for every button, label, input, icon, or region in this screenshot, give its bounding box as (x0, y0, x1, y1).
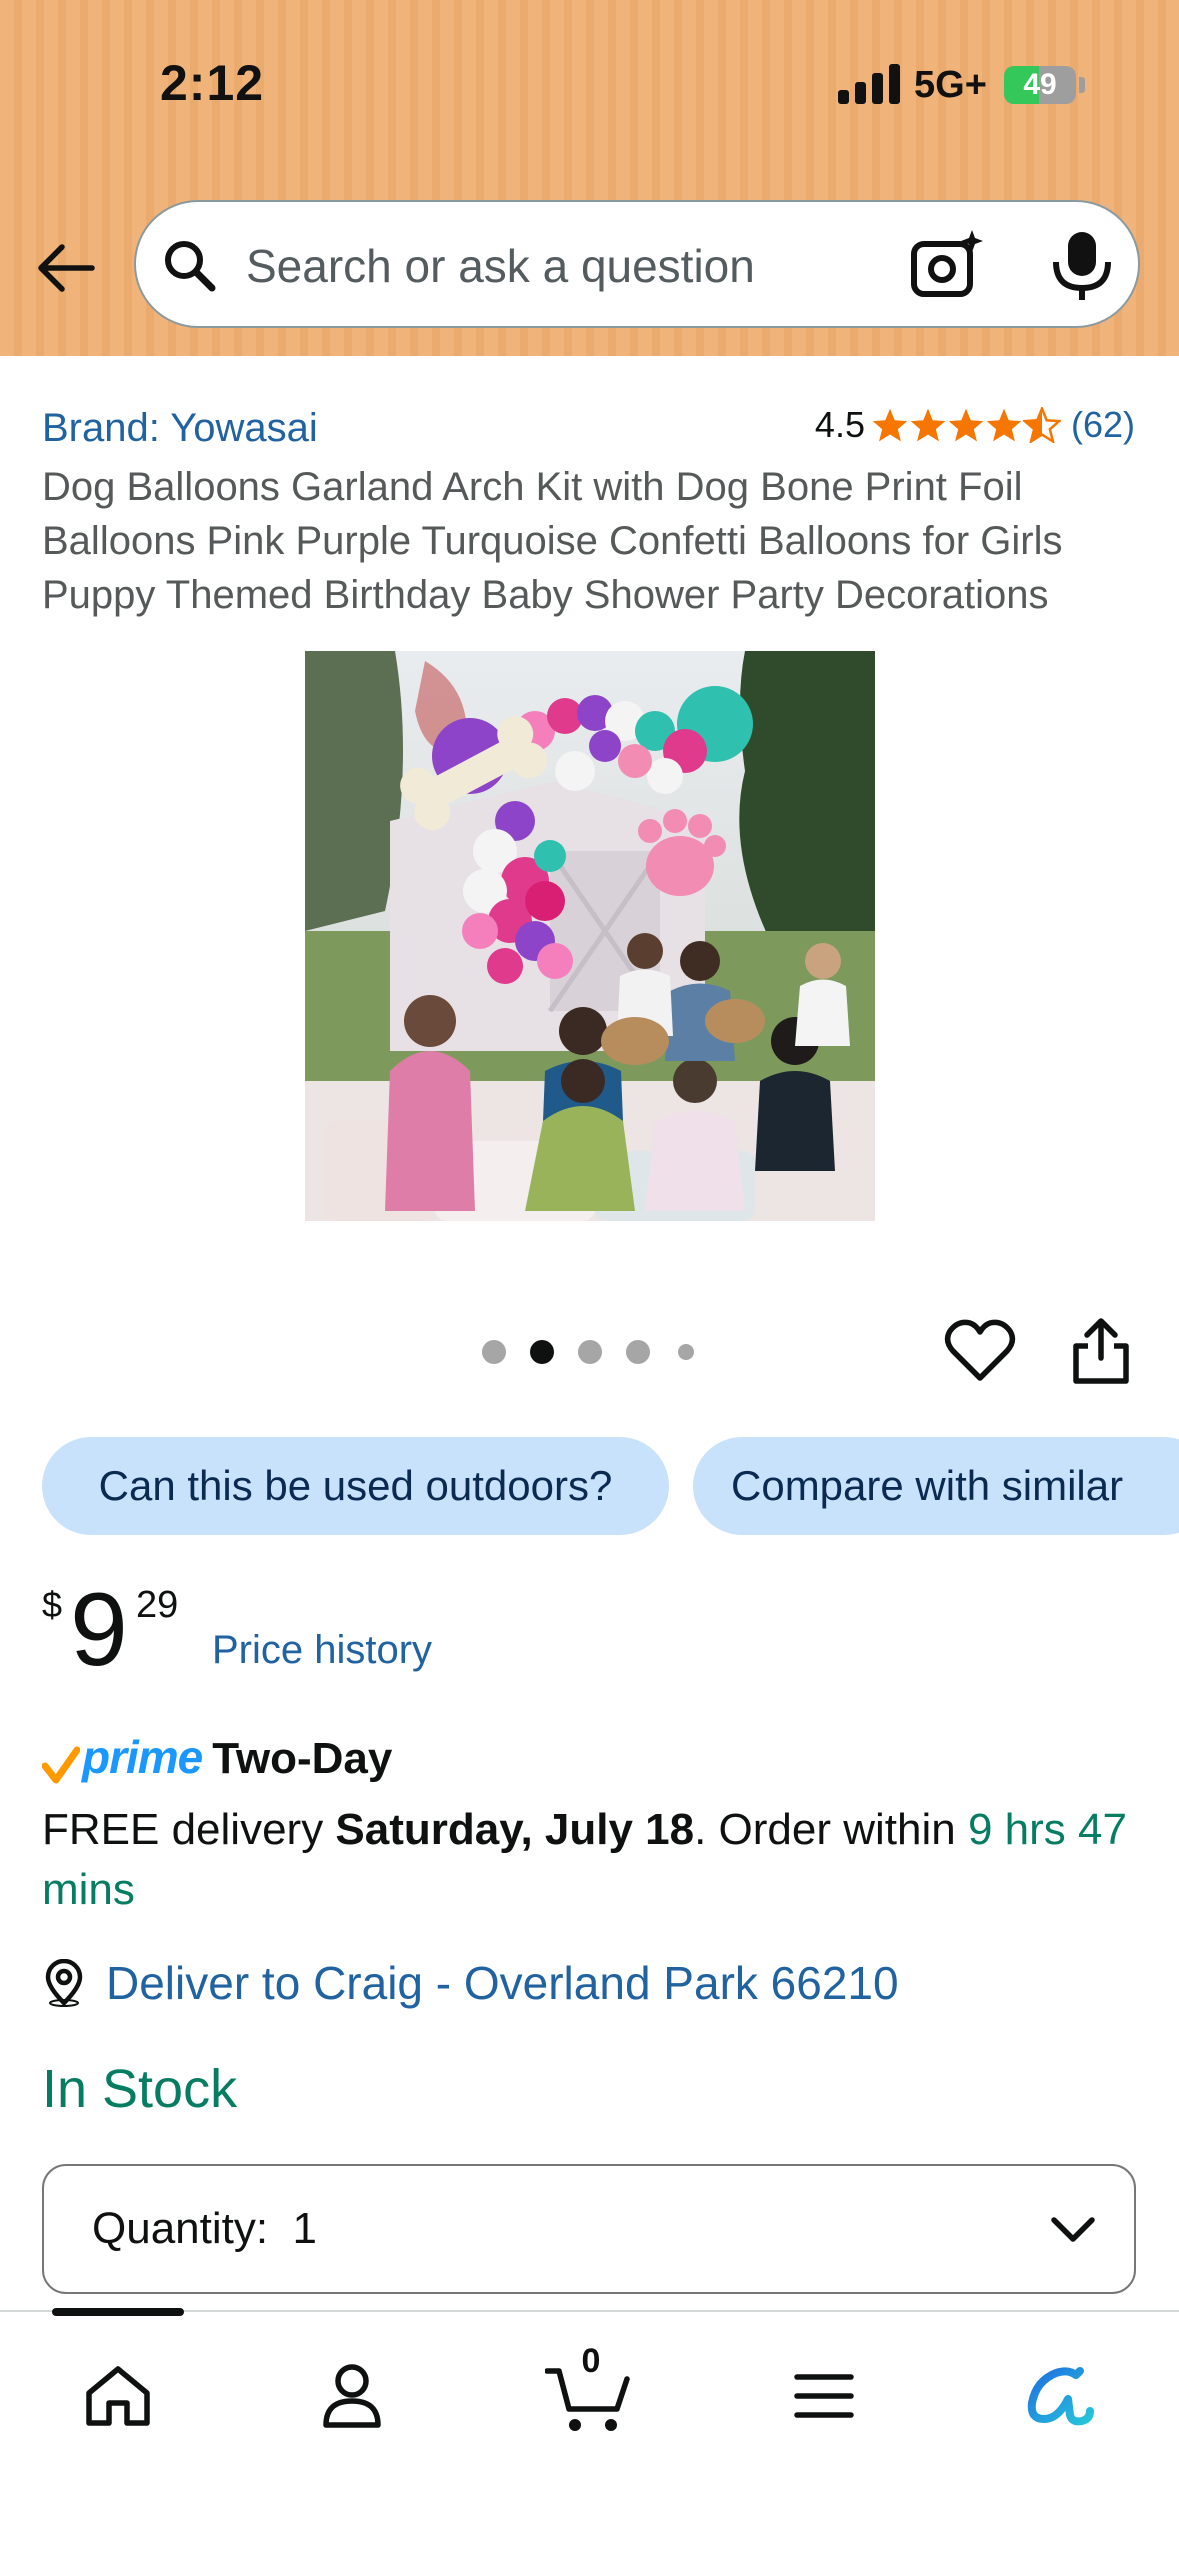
heart-icon[interactable] (944, 1318, 1016, 1384)
share-icon[interactable] (1068, 1316, 1134, 1386)
deliver-to-text: Deliver to Craig - Overland Park 66210 (106, 1957, 899, 2009)
battery-cap (1079, 77, 1085, 93)
cellular-signal-icon (838, 64, 902, 104)
bottom-navigation: 0 (0, 2308, 1179, 2556)
prime-logo-text: prime (82, 1731, 203, 1783)
carousel-dot-active[interactable] (530, 1340, 554, 1364)
search-icon (165, 241, 216, 292)
battery-icon: 49 (1004, 66, 1076, 104)
star-half-icon (1022, 407, 1061, 443)
search-bar[interactable] (134, 200, 1140, 328)
prime-badge: prime Two-Day (42, 1730, 392, 1784)
star-full-icon (948, 408, 984, 442)
cart-count: 0 (581, 2342, 601, 2380)
price-fraction: 29 (136, 1584, 179, 1626)
header: 2:12 5G+ 49 (0, 0, 1179, 356)
rufus-icon (1027, 2367, 1094, 2426)
network-type: 5G+ (914, 64, 987, 106)
account-icon (323, 2364, 381, 2428)
rating-value: 4.5 (814, 404, 865, 445)
carousel-dot[interactable] (578, 1340, 602, 1364)
home-icon (86, 2366, 150, 2426)
nav-active-indicator (52, 2308, 184, 2316)
brand-link[interactable]: Brand: Yowasai (42, 406, 318, 451)
rating-summary[interactable]: 4.5 (62) (815, 404, 1135, 446)
suggestion-chip-outdoors[interactable]: Can this be used outdoors? (42, 1437, 669, 1535)
search-input[interactable] (246, 230, 886, 302)
rating-stars (871, 407, 1061, 443)
carousel-dot[interactable] (678, 1344, 694, 1360)
carousel-dot[interactable] (626, 1340, 650, 1364)
product-photo (305, 651, 875, 1221)
chevron-down-icon (1051, 2217, 1095, 2242)
nav-menu[interactable] (776, 2348, 872, 2444)
price-currency: $ (42, 1584, 63, 1625)
quantity-label-text: Quantity: (92, 2204, 269, 2253)
status-time: 2:12 (160, 55, 265, 111)
star-full-icon (872, 408, 908, 442)
star-full-icon (986, 408, 1022, 442)
suggestion-chip-compare[interactable]: Compare with similar (693, 1437, 1179, 1535)
review-count: (62) (1070, 404, 1135, 445)
price-whole: 9 (70, 1572, 128, 1688)
star-full-icon (910, 408, 946, 442)
delivery-date: Saturday, July 18 (335, 1805, 695, 1854)
back-arrow-icon (38, 244, 95, 292)
camera-search-icon[interactable] (908, 226, 988, 306)
nav-home[interactable] (70, 2348, 166, 2444)
carousel-dot[interactable] (482, 1340, 506, 1364)
nav-cart[interactable]: 0 (540, 2342, 636, 2444)
nav-rufus[interactable] (1012, 2348, 1108, 2444)
prime-speed: Two-Day (212, 1734, 393, 1783)
prime-check-icon (42, 1746, 80, 1784)
location-pin-icon (45, 1959, 83, 2007)
delivery-free: FREE delivery (42, 1805, 336, 1854)
product-title: Dog Balloons Garland Arch Kit with Dog B… (42, 465, 1063, 617)
delivery-order-within: . Order within (694, 1805, 968, 1854)
product-image[interactable] (305, 651, 875, 1221)
image-carousel-dots[interactable] (482, 1340, 702, 1366)
back-button[interactable] (28, 230, 104, 306)
deliver-to-link[interactable]: Deliver to Craig - Overland Park 66210 (42, 1956, 899, 2010)
delivery-message: FREE delivery Saturday, July 18. Order w… (42, 1800, 1142, 1920)
quantity-value: 1 (292, 2204, 318, 2253)
battery-level: 49 (1023, 68, 1057, 101)
price-history-link[interactable]: Price history (212, 1628, 432, 1673)
menu-icon (794, 2374, 854, 2418)
quantity-label: Quantity: 1 (92, 2204, 317, 2254)
microphone-icon[interactable] (1044, 228, 1120, 304)
quantity-selector[interactable]: Quantity: 1 (42, 2164, 1136, 2294)
nav-account[interactable] (304, 2348, 400, 2444)
stock-status: In Stock (42, 2059, 238, 2119)
